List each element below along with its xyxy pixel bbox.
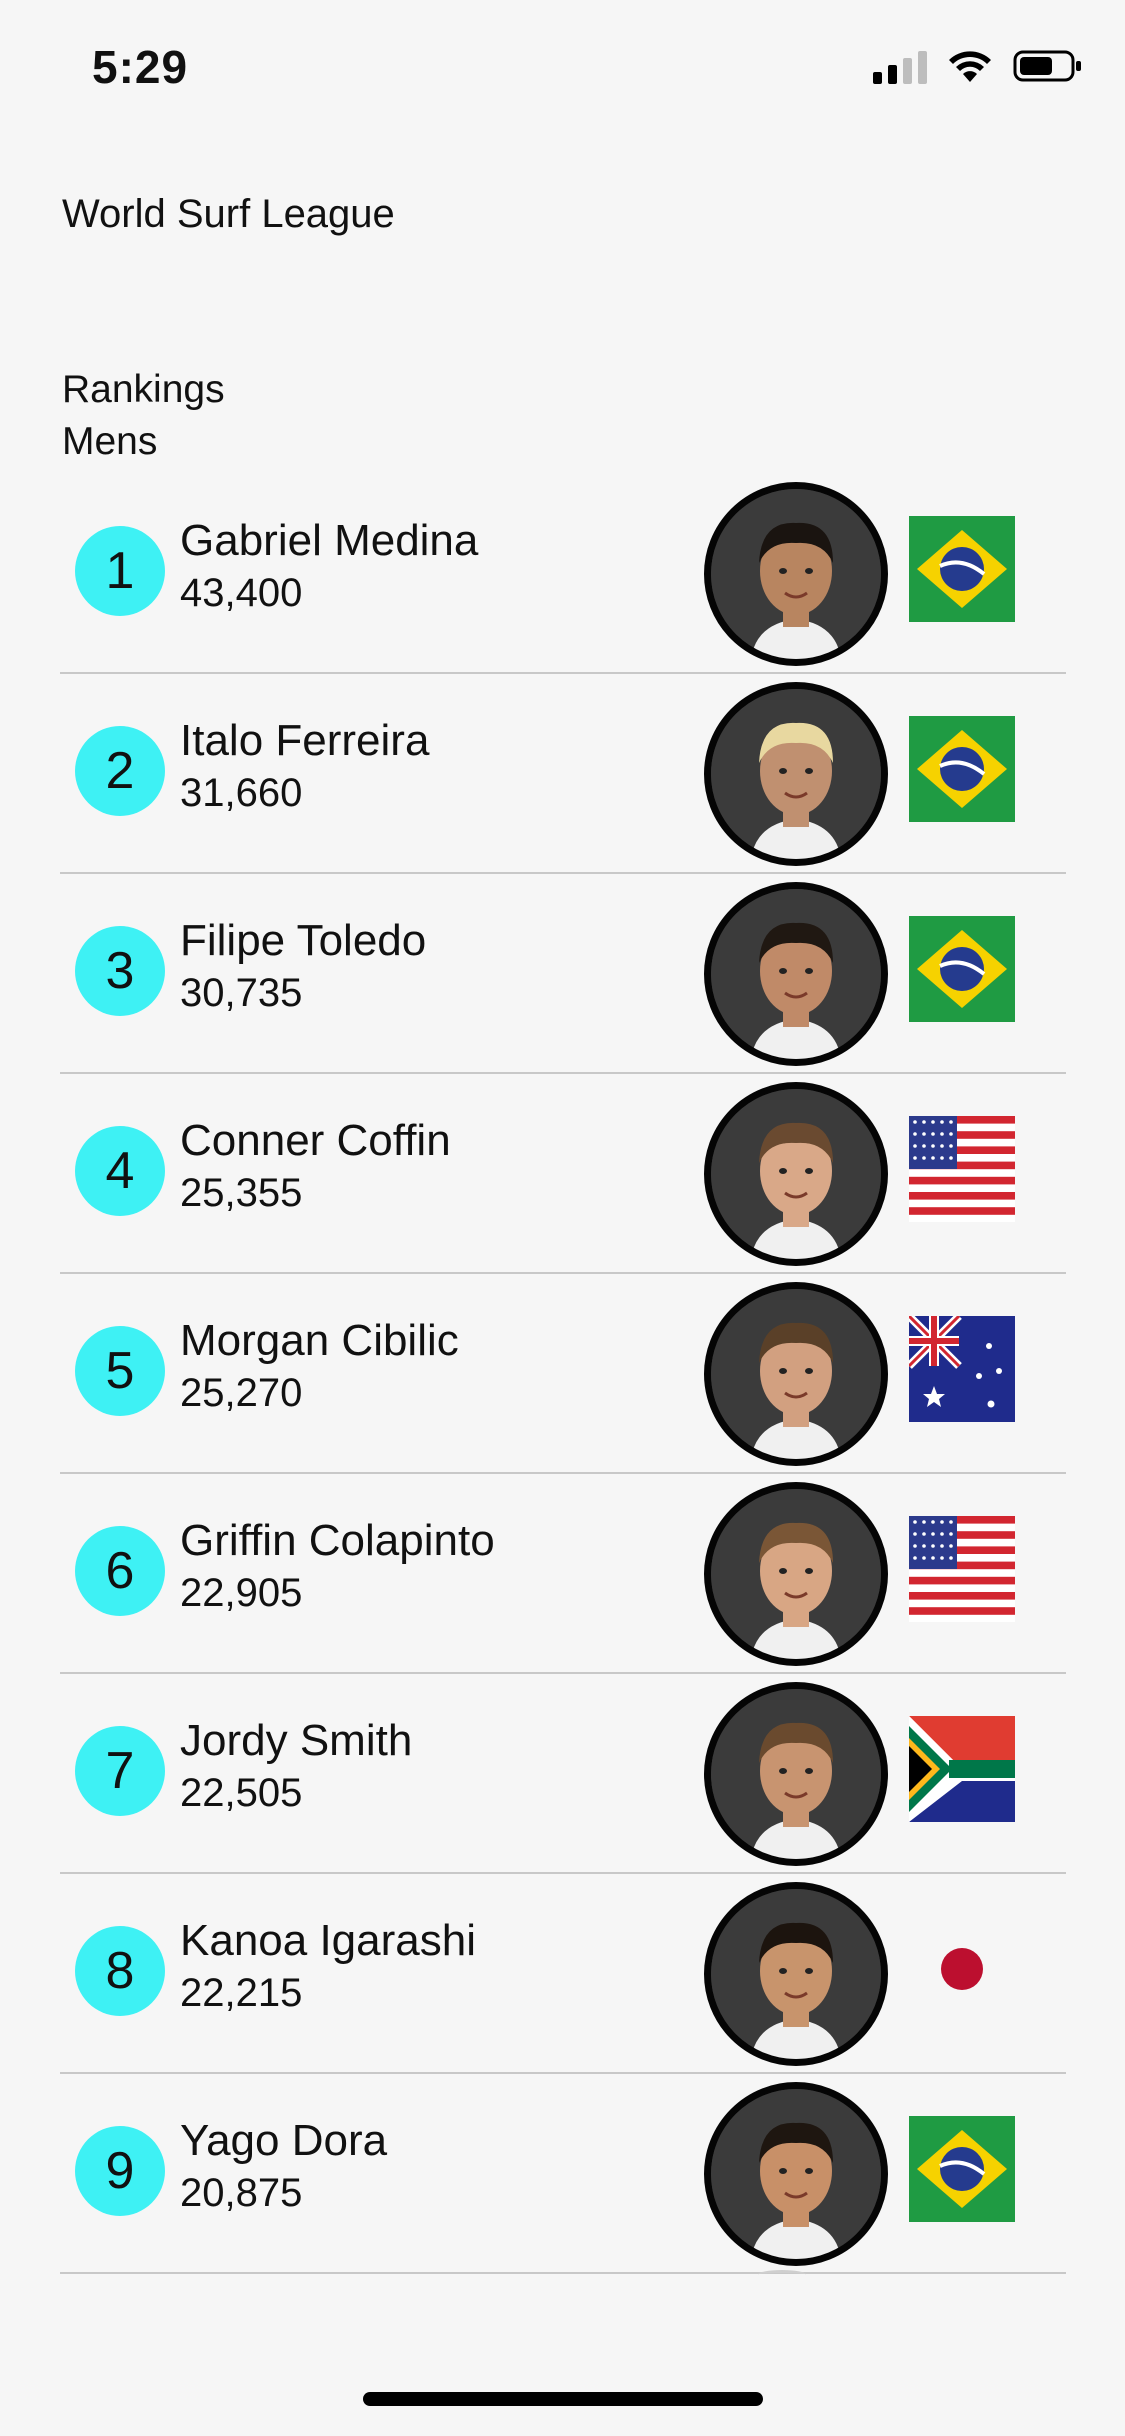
- brazil-flag: [909, 916, 1015, 1022]
- surfer-points: 22,905: [180, 1571, 303, 1615]
- section-heading: Rankings: [62, 368, 225, 411]
- surfer-avatar: [704, 1682, 888, 1866]
- rankings-header: Rankings Mens: [62, 364, 225, 468]
- surfer-avatar: [704, 1082, 888, 1266]
- surfer-name: Italo Ferreira: [180, 716, 430, 765]
- wifi-icon: [949, 51, 991, 82]
- ranking-row[interactable]: 9 Yago Dora 20,875: [60, 2074, 1066, 2274]
- japan-flag: [909, 1916, 1015, 2022]
- rank-badge: 2: [75, 726, 165, 816]
- surfer-name: Gabriel Medina: [180, 516, 479, 565]
- surfer-avatar: [704, 882, 888, 1066]
- surfer-name: Conner Coffin: [180, 1116, 451, 1165]
- surfer-name: Kanoa Igarashi: [180, 1916, 476, 1965]
- surfer-avatar: [704, 1482, 888, 1666]
- ranking-row[interactable]: 2 Italo Ferreira 31,660: [60, 674, 1066, 874]
- rank-badge: 1: [75, 526, 165, 616]
- brazil-flag: [909, 716, 1015, 822]
- surfer-name: Griffin Colapinto: [180, 1516, 495, 1565]
- surfer-points: 30,735: [180, 971, 303, 1015]
- surfer-name: Jordy Smith: [180, 1716, 413, 1765]
- surfer-avatar: [704, 482, 888, 666]
- status-time: 5:29: [92, 41, 189, 93]
- ranking-row[interactable]: 6 Griffin Colapinto 22,905: [60, 1474, 1066, 1674]
- rank-badge: 9: [75, 2126, 165, 2216]
- ranking-row[interactable]: 8 Kanoa Igarashi 22,215: [60, 1874, 1066, 2074]
- usa-flag: [909, 1516, 1015, 1622]
- australia-flag: [909, 1316, 1015, 1422]
- battery-icon: [1013, 50, 1081, 82]
- rank-badge: 8: [75, 1926, 165, 2016]
- rank-badge: 5: [75, 1326, 165, 1416]
- brazil-flag: [909, 516, 1015, 622]
- rank-badge: 3: [75, 926, 165, 1016]
- ranking-row[interactable]: 7 Jordy Smith 22,505: [60, 1674, 1066, 1874]
- rank-badge: 6: [75, 1526, 165, 1616]
- brazil-flag: [909, 2116, 1015, 2222]
- rank-badge: 4: [75, 1126, 165, 1216]
- status-icons: [873, 48, 1083, 84]
- rank-badge: 7: [75, 1726, 165, 1816]
- home-indicator[interactable]: [363, 2392, 763, 2406]
- usa-flag: [909, 1116, 1015, 1222]
- rankings-list: 1 Gabriel Medina 43,400 2 Italo Ferreira 31,6…: [60, 474, 1066, 2274]
- surfer-name: Filipe Toledo: [180, 916, 427, 965]
- surfer-points: 22,505: [180, 1771, 303, 1815]
- surfer-points: 20,875: [180, 2171, 303, 2215]
- surfer-avatar: [704, 682, 888, 866]
- surfer-points: 31,660: [180, 771, 303, 815]
- surfer-points: 25,270: [180, 1371, 303, 1415]
- south-africa-flag: [909, 1716, 1015, 1822]
- surfer-points: 25,355: [180, 1171, 303, 1215]
- cellular-signal-icon: [873, 48, 927, 84]
- surfer-avatar: [704, 1882, 888, 2066]
- surfer-avatar: [704, 2082, 888, 2266]
- app-title: World Surf League: [62, 192, 395, 236]
- surfer-avatar: [704, 1282, 888, 1466]
- ranking-row[interactable]: 1 Gabriel Medina 43,400: [60, 474, 1066, 674]
- status-bar: 5:29: [0, 0, 1125, 140]
- next-row-avatar-peek: [758, 2270, 806, 2279]
- section-subheading: Mens: [62, 420, 158, 463]
- surfer-name: Yago Dora: [180, 2116, 388, 2165]
- surfer-points: 22,215: [180, 1971, 303, 2015]
- surfer-name: Morgan Cibilic: [180, 1316, 459, 1365]
- ranking-row[interactable]: 5 Morgan Cibilic 25,270: [60, 1274, 1066, 1474]
- ranking-row[interactable]: 3 Filipe Toledo 30,735: [60, 874, 1066, 1074]
- surfer-points: 43,400: [180, 571, 303, 615]
- ranking-row[interactable]: 4 Conner Coffin 25,355: [60, 1074, 1066, 1274]
